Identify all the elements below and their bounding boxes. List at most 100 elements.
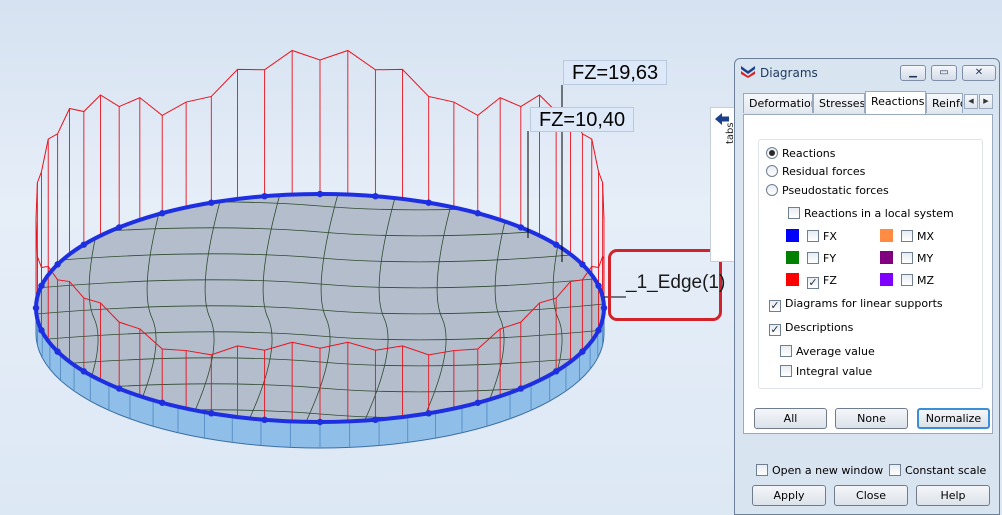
component-mx[interactable]: MX — [880, 229, 934, 245]
edge-node — [425, 410, 432, 417]
edge-node — [54, 348, 61, 355]
help-button[interactable]: Help — [916, 485, 990, 506]
edge-node — [552, 368, 560, 375]
edge-node — [372, 416, 379, 424]
checkbox-descriptions-input[interactable]: ✓ — [769, 324, 781, 336]
radio-pseudostatic-forces-label: Pseudostatic forces — [782, 184, 889, 197]
normalize-button[interactable]: Normalize — [917, 408, 990, 429]
fz-min-label: FZ=10,40 — [530, 107, 635, 132]
checkbox-fx[interactable] — [807, 230, 819, 242]
edge-node — [261, 192, 268, 200]
edge-node — [474, 399, 481, 406]
checkbox-fy[interactable] — [807, 252, 819, 264]
close-window-button[interactable]: ✕ — [962, 65, 996, 81]
checkbox-average-value[interactable]: Average value — [780, 345, 875, 361]
checkbox-constant-scale[interactable]: Constant scale — [889, 464, 986, 480]
edge-node — [474, 210, 481, 217]
checkbox-integral-value-input[interactable] — [780, 365, 792, 377]
checkbox-open-new-window[interactable]: Open a new window — [756, 464, 883, 480]
edge-node — [316, 190, 324, 198]
minimize-button[interactable]: ▁ — [900, 65, 926, 81]
component-fz-label: FZ — [823, 274, 837, 287]
edge-node — [115, 224, 123, 231]
tabs-strip[interactable]: tabs — [710, 107, 736, 262]
radio-reactions-label: Reactions — [782, 147, 836, 160]
radio-residual-forces-label: Residual forces — [782, 165, 866, 178]
radio-residual-forces-input[interactable] — [766, 165, 778, 177]
component-fy[interactable]: FY — [786, 251, 836, 267]
edge-node — [595, 327, 602, 334]
tab-reinforcement[interactable]: Reinfc — [926, 93, 963, 113]
checkbox-average-value-input[interactable] — [780, 345, 792, 357]
component-my[interactable]: MY — [880, 251, 933, 267]
model-viewport[interactable]: FZ=19,63 FZ=10,40 _1_Edge(1) — [0, 0, 735, 515]
checkbox-local-system[interactable]: Reactions in a local system — [788, 207, 954, 223]
tab-deformation[interactable]: Deformation — [743, 93, 813, 113]
component-mz[interactable]: MZ — [880, 273, 934, 289]
checkbox-average-value-label: Average value — [796, 345, 875, 358]
dialog-titlebar[interactable]: Diagrams ▁ ▭ ✕ — [735, 59, 999, 87]
diagrams-dialog: Diagrams ▁ ▭ ✕ Deformation Stresses Reac… — [734, 58, 1000, 515]
tab-scroll-left-button[interactable]: ◀ — [964, 94, 978, 109]
edge-node — [115, 385, 123, 392]
edge-node — [159, 210, 166, 217]
component-fx-label: FX — [823, 230, 837, 243]
diagrams-app-icon — [741, 66, 755, 78]
restore-button[interactable]: ▭ — [931, 65, 957, 81]
edge-node — [261, 416, 268, 424]
component-fy-label: FY — [823, 252, 837, 265]
dialog-title: Diagrams — [760, 66, 818, 80]
radio-reactions-input[interactable] — [766, 147, 778, 159]
component-fx[interactable]: FX — [786, 229, 837, 245]
checkbox-fz[interactable]: ✓ — [807, 277, 819, 289]
checkbox-mx[interactable] — [901, 230, 913, 242]
edge-node — [316, 418, 324, 426]
edge-node — [80, 368, 88, 375]
checkbox-my[interactable] — [901, 252, 913, 264]
reactions-panel: Reactions Residual forces Pseudostatic f… — [743, 114, 993, 434]
edge-node — [517, 385, 525, 392]
chevron-left-icon: ◀ — [968, 97, 974, 105]
fy-color-swatch — [786, 251, 799, 264]
checkbox-descriptions[interactable]: ✓ Descriptions — [769, 321, 853, 337]
tab-stresses[interactable]: Stresses — [813, 93, 865, 113]
radio-pseudostatic-forces[interactable]: Pseudostatic forces — [766, 184, 889, 200]
edge-node — [54, 261, 61, 268]
close-button[interactable]: Close — [834, 485, 908, 506]
checkbox-mz[interactable] — [901, 274, 913, 286]
edge-node — [159, 399, 166, 406]
radio-pseudostatic-forces-input[interactable] — [766, 184, 778, 196]
checkbox-local-system-input[interactable] — [788, 207, 800, 219]
radio-residual-forces[interactable]: Residual forces — [766, 165, 865, 181]
fz-color-swatch — [786, 273, 799, 286]
edge-node — [579, 261, 586, 268]
edge-node — [579, 348, 586, 355]
restore-icon: ▭ — [939, 67, 949, 78]
checkbox-linear-supports[interactable]: ✓ Diagrams for linear supports — [769, 297, 943, 313]
edge-node — [372, 192, 379, 200]
all-button[interactable]: All — [754, 408, 827, 429]
edge-label[interactable]: _1_Edge(1) — [626, 272, 725, 294]
tab-scroll-right-button[interactable]: ▶ — [979, 94, 993, 109]
minimize-icon: ▁ — [909, 67, 917, 78]
radio-reactions[interactable]: Reactions — [766, 147, 836, 163]
checkbox-integral-value-label: Integral value — [796, 365, 873, 378]
checkbox-open-new-window-label: Open a new window — [772, 464, 884, 477]
checkbox-integral-value[interactable]: Integral value — [780, 365, 872, 381]
component-fz[interactable]: ✓ FZ — [786, 273, 837, 289]
checkbox-descriptions-label: Descriptions — [785, 321, 854, 334]
tab-reactions[interactable]: Reactions — [865, 91, 926, 114]
none-button[interactable]: None — [835, 408, 908, 429]
checkbox-constant-scale-input[interactable] — [889, 464, 901, 476]
mx-color-swatch — [880, 229, 893, 242]
checkbox-linear-supports-label: Diagrams for linear supports — [785, 297, 943, 310]
apply-button[interactable]: Apply — [752, 485, 826, 506]
fz-max-label: FZ=19,63 — [563, 60, 668, 85]
edge-node — [552, 241, 560, 248]
edge-node — [595, 282, 602, 289]
my-color-swatch — [880, 251, 893, 264]
checkbox-linear-supports-input[interactable]: ✓ — [769, 300, 781, 312]
edge-node — [208, 410, 215, 417]
checkbox-open-new-window-input[interactable] — [756, 464, 768, 476]
edge-node — [517, 224, 525, 231]
